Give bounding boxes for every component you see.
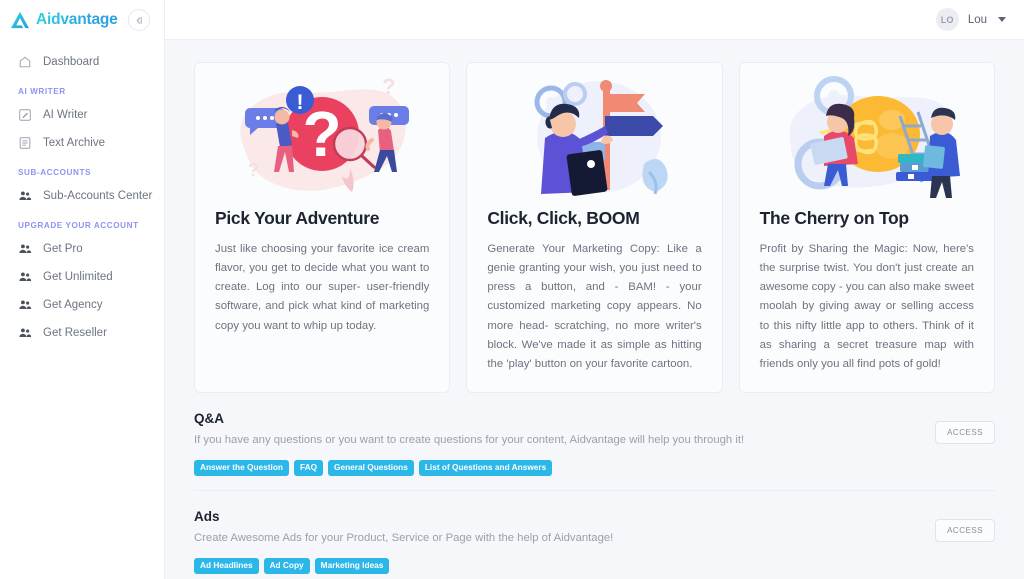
edit-square-icon [19,109,31,121]
sidebar-item-sub-accounts-center[interactable]: Sub-Accounts Center [0,182,164,210]
users-icon [19,300,32,310]
tag-list: Ad Headlines Ad Copy Marketing Ideas [194,557,995,574]
sidebar-group-ai-writer: AI WRITER [18,87,66,96]
chevron-down-icon[interactable] [998,17,1006,22]
home-icon [19,56,31,68]
sidebar-item-label: Get Pro [43,243,83,255]
app-root: Aidvantage Dashboard AI WRITER AI Writer [0,0,1024,579]
collapse-sidebar-icon[interactable] [127,9,150,31]
sidebar: Aidvantage Dashboard AI WRITER AI Writer [0,0,165,579]
question-mark-search-illustration: ? ! ? ? [215,69,429,204]
feature-card: Click, Click, BOOM Generate Your Marketi… [466,62,723,394]
topbar: LO Lou [165,0,1024,40]
sidebar-item-label: Get Agency [43,299,103,311]
svg-text:?: ? [248,160,259,180]
brand-row: Aidvantage [0,0,164,40]
users-icon [19,244,32,254]
access-button[interactable]: ACCESS [935,421,995,445]
signpost-direction-illustration [487,69,701,204]
sidebar-item-label: Sub-Accounts Center [43,190,153,202]
svg-text:!: ! [297,91,304,114]
section-header: Q&A If you have any questions or you wan… [194,411,995,449]
sidebar-item-ai-writer[interactable]: AI Writer [0,101,164,129]
sidebar-item-label: AI Writer [43,109,88,121]
tag-chip[interactable]: General Questions [328,459,414,477]
tag-chip[interactable]: FAQ [293,459,324,477]
lightbulb-idea-illustration [760,69,974,204]
tag-chip[interactable]: Answer the Question [194,459,289,477]
sidebar-item-label: Get Unlimited [43,271,113,283]
section-description: If you have any questions or you want to… [194,434,745,447]
section-ads: Ads Create Awesome Ads for your Product,… [194,490,995,574]
document-icon [19,137,31,149]
tag-chip[interactable]: Ad Copy [263,557,310,574]
users-icon [19,272,32,282]
feature-cards: ? ! ? ? Pick Your Adventure Just like ch… [194,62,995,394]
sidebar-item-dashboard[interactable]: Dashboard [0,48,164,76]
section-title: Ads [194,509,220,525]
user-name[interactable]: Lou [968,14,987,26]
sidebar-item-text-archive[interactable]: Text Archive [0,129,164,157]
tag-chip[interactable]: Ad Headlines [194,557,259,574]
sidebar-group-upgrade: UPGRADE YOUR ACCOUNT [18,221,139,230]
section-main: Q&A If you have any questions or you wan… [194,411,919,449]
avatar[interactable]: LO [935,8,959,31]
main-area: LO Lou ? ! ? ? Pick Your Adventure Just … [165,0,1024,579]
tag-list: Answer the Question FAQ General Question… [194,459,995,477]
sidebar-item-get-reseller[interactable]: Get Reseller [0,319,164,347]
section-title: Q&A [194,411,224,427]
sidebar-item-get-agency[interactable]: Get Agency [0,291,164,319]
feature-card: ? ! ? ? Pick Your Adventure Just like ch… [194,62,451,394]
users-icon [19,328,32,338]
sidebar-nav: Dashboard AI WRITER AI Writer Text Archi… [0,40,164,347]
users-icon [19,191,32,201]
aidvantage-a-logo-icon [10,11,30,29]
sidebar-item-label: Get Reseller [43,327,107,339]
sidebar-item-label: Text Archive [43,137,105,149]
svg-text:?: ? [382,74,395,99]
card-text: Generate Your Marketing Copy: Like a gen… [487,243,702,370]
card-text: Just like choosing your favorite ice cre… [215,243,430,332]
card-title: Click, Click, BOOM [487,208,640,228]
card-title: The Cherry on Top [759,208,909,228]
feature-card: The Cherry on Top Profit by Sharing the … [738,62,995,394]
section-description: Create Awesome Ads for your Product, Ser… [194,532,614,545]
section-header: Ads Create Awesome Ads for your Product,… [194,509,995,547]
section-main: Ads Create Awesome Ads for your Product,… [194,509,919,547]
section-qa: Q&A If you have any questions or you wan… [194,393,995,477]
access-button[interactable]: ACCESS [935,519,995,543]
tag-chip[interactable]: List of Questions and Answers [418,459,553,477]
sidebar-group-sub-accounts: SUB-ACCOUNTS [18,168,92,177]
card-text: Profit by Sharing the Magic: Now, here's… [759,243,974,370]
sidebar-item-get-pro[interactable]: Get Pro [0,235,164,263]
sidebar-item-get-unlimited[interactable]: Get Unlimited [0,263,164,291]
sidebar-item-label: Dashboard [43,56,100,68]
card-title: Pick Your Adventure [215,208,380,228]
tag-chip[interactable]: Marketing Ideas [314,557,390,574]
content-scroll: ? ! ? ? Pick Your Adventure Just like ch… [165,40,1024,579]
brand-name: Aidvantage [36,11,118,28]
